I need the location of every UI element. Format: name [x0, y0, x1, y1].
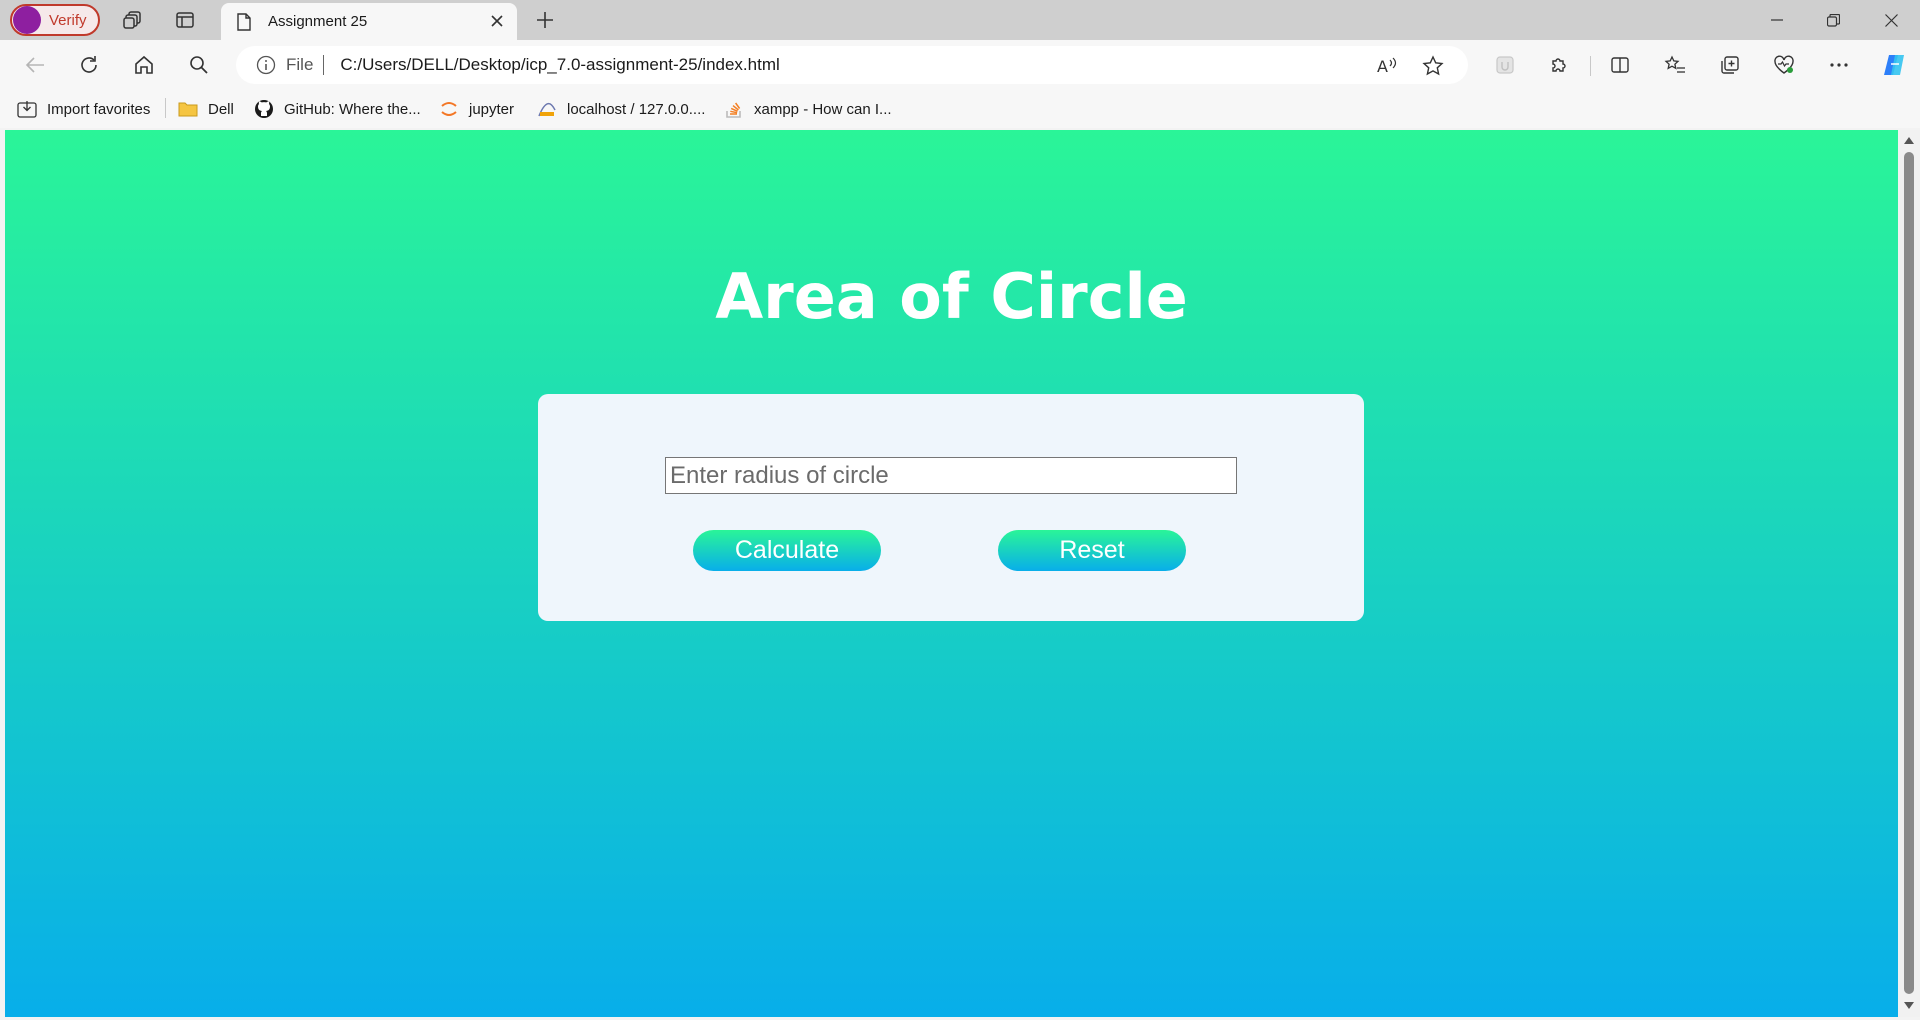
reset-button[interactable]: Reset — [998, 530, 1186, 571]
url-text[interactable]: C:/Users/DELL/Desktop/icp_7.0-assignment… — [340, 55, 779, 75]
close-tab-icon[interactable] — [487, 11, 507, 31]
svg-text:A: A — [1377, 57, 1388, 76]
minimize-icon[interactable] — [1762, 6, 1792, 34]
favorite-xampp[interactable]: xampp - How can I... — [724, 98, 892, 120]
more-options-icon[interactable] — [1826, 52, 1852, 78]
split-screen-icon[interactable] — [1607, 52, 1633, 78]
calculator-card: Calculate Reset — [538, 394, 1364, 621]
title-bar: Verify Assignment 25 — [0, 0, 1920, 40]
radius-input[interactable] — [665, 457, 1237, 494]
stackoverflow-icon — [724, 99, 744, 119]
read-aloud-icon[interactable]: A — [1376, 55, 1398, 77]
favorites-bar: Import favorites Dell GitHub: Where the.… — [0, 90, 1920, 128]
jupyter-icon — [439, 99, 459, 119]
workspaces-icon[interactable] — [121, 8, 145, 32]
favorite-label: localhost / 127.0.0.... — [567, 100, 706, 118]
favorites-divider — [165, 98, 166, 118]
calculate-button[interactable]: Calculate — [693, 530, 881, 571]
favorite-github[interactable]: GitHub: Where the... — [254, 98, 421, 120]
folder-icon — [178, 99, 198, 119]
browser-essentials-icon[interactable] — [1771, 52, 1797, 78]
import-favorites-icon — [17, 99, 37, 119]
home-icon[interactable] — [131, 52, 157, 78]
scroll-down-icon[interactable] — [1903, 1000, 1915, 1010]
search-icon[interactable] — [186, 52, 212, 78]
scroll-up-icon[interactable] — [1903, 135, 1915, 145]
phpmyadmin-icon — [537, 99, 557, 119]
favorite-label: xampp - How can I... — [754, 100, 892, 118]
url-scheme-label: File — [286, 55, 314, 74]
favorite-dell[interactable]: Dell — [178, 98, 234, 120]
favorite-localhost[interactable]: localhost / 127.0.0.... — [537, 98, 705, 120]
favorite-label: jupyter — [469, 100, 515, 118]
navigation-toolbar: File C:/Users/DELL/Desktop/icp_7.0-assig… — [0, 40, 1920, 90]
vertical-tabs-icon[interactable] — [173, 8, 197, 32]
close-window-icon[interactable] — [1876, 6, 1906, 34]
github-icon — [254, 99, 274, 119]
page-icon — [234, 12, 254, 32]
extensions-icon[interactable] — [1546, 52, 1572, 78]
tab-assignment-25[interactable]: Assignment 25 — [221, 3, 517, 40]
scrollbar-thumb[interactable] — [1904, 152, 1914, 994]
extension-inactive-icon[interactable] — [1492, 52, 1518, 78]
collections-icon[interactable] — [1717, 52, 1743, 78]
favorite-jupyter[interactable]: jupyter — [439, 98, 514, 120]
toolbar-divider — [1590, 56, 1591, 76]
profile-verify-button[interactable]: Verify — [10, 4, 100, 36]
favorite-import[interactable]: Import favorites — [17, 98, 150, 120]
new-tab-icon[interactable] — [533, 8, 557, 32]
page-title: Area of Circle — [715, 260, 1188, 333]
favorites-list-icon[interactable] — [1662, 52, 1688, 78]
favorite-star-icon[interactable] — [1422, 55, 1444, 77]
restore-icon[interactable] — [1818, 6, 1848, 34]
refresh-icon[interactable] — [76, 52, 102, 78]
page-viewport: Area of Circle Calculate Reset — [5, 130, 1898, 1017]
favorite-label: GitHub: Where the... — [284, 100, 421, 118]
favorite-label: Dell — [208, 100, 234, 118]
back-icon[interactable] — [22, 52, 48, 78]
url-separator — [323, 55, 325, 75]
favorite-label: Import favorites — [47, 100, 151, 118]
copilot-icon[interactable] — [1881, 52, 1907, 78]
vertical-scrollbar[interactable] — [1898, 130, 1920, 1017]
tab-title: Assignment 25 — [268, 13, 368, 30]
address-bar[interactable]: File C:/Users/DELL/Desktop/icp_7.0-assig… — [236, 46, 1468, 84]
profile-avatar — [13, 6, 41, 34]
verify-label: Verify — [49, 11, 87, 29]
info-icon[interactable] — [256, 55, 276, 75]
